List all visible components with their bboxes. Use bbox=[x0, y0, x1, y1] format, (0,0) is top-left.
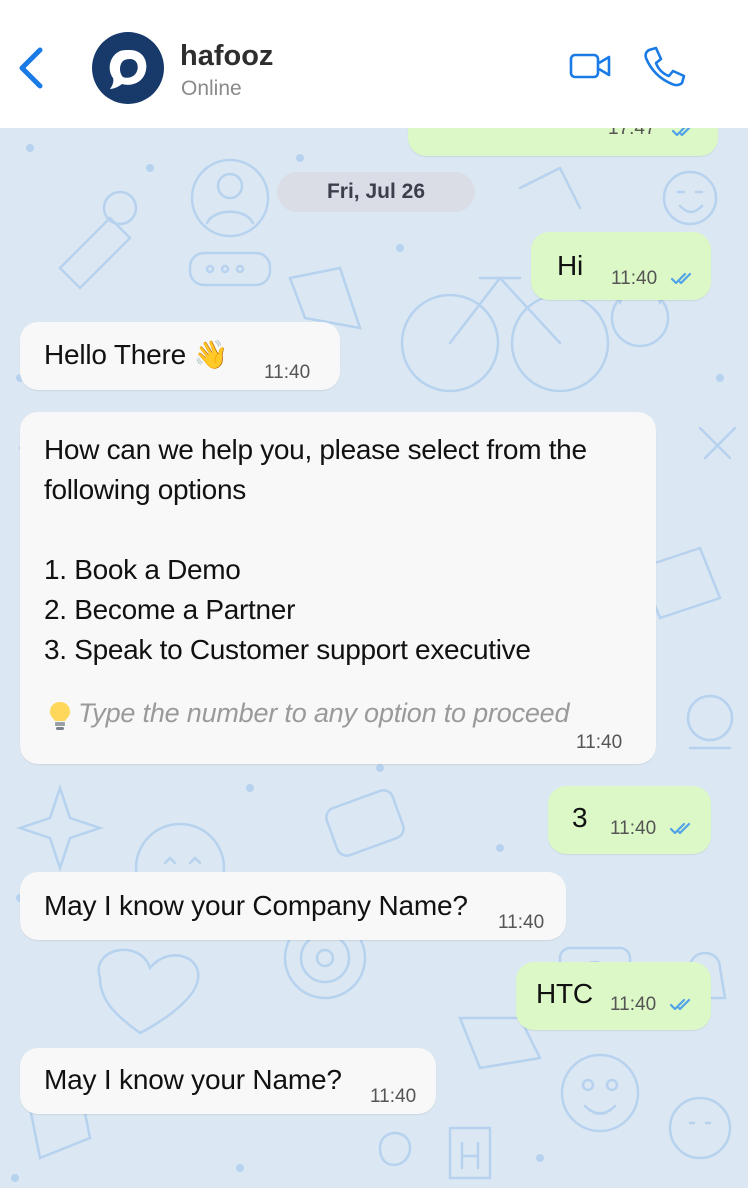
message-text: May I know your Company Name? bbox=[44, 890, 468, 921]
hafooz-logo-icon bbox=[109, 50, 147, 89]
phone-icon bbox=[644, 46, 686, 87]
contact-name[interactable]: hafooz bbox=[180, 40, 273, 73]
voice-call-button[interactable] bbox=[640, 44, 688, 88]
message-bubble-incoming[interactable]: May I know your Company Name? 11:40 bbox=[20, 872, 566, 940]
message-text: HTC bbox=[536, 978, 593, 1009]
message-bubble-outgoing-partial[interactable]: 17:47 bbox=[408, 128, 718, 156]
message-bubble-incoming[interactable]: Hello There 👋 11:40 bbox=[20, 322, 340, 390]
avatar[interactable] bbox=[92, 32, 164, 104]
message-time: 11:40 bbox=[370, 1086, 417, 1107]
message-time: 11:40 bbox=[611, 268, 658, 289]
option-book-demo: 1. Book a Demo bbox=[44, 554, 241, 585]
video-camera-icon bbox=[569, 53, 611, 79]
message-text-line: following options bbox=[44, 474, 246, 505]
option-customer-support: 3. Speak to Customer support executive bbox=[44, 634, 531, 665]
message-text-line: How can we help you, please select from … bbox=[44, 434, 587, 465]
back-button[interactable] bbox=[10, 40, 50, 96]
message-bubble-outgoing[interactable]: Hi 11:40 bbox=[531, 232, 711, 300]
lightbulb-icon bbox=[50, 702, 70, 730]
date-separator: Fri, Jul 26 bbox=[277, 172, 475, 212]
chat-header: hafooz Online bbox=[0, 0, 748, 128]
message-text: May I know your Name? bbox=[44, 1064, 342, 1095]
read-ticks-icon bbox=[670, 998, 691, 1011]
chevron-left-icon bbox=[19, 47, 43, 89]
video-call-button[interactable] bbox=[568, 48, 616, 84]
message-text: Hello There 👋 bbox=[44, 339, 229, 370]
message-time: 11:40 bbox=[576, 732, 623, 753]
chat-area[interactable]: 17:47 Fri, Jul 26 Hi 11:40 Hello There 👋… bbox=[0, 128, 748, 1188]
message-time: 11:40 bbox=[264, 362, 311, 383]
message-time: 17:47 bbox=[608, 128, 656, 139]
message-time: 11:40 bbox=[498, 912, 545, 933]
message-bubble-incoming[interactable]: May I know your Name? 11:40 bbox=[20, 1048, 436, 1114]
message-bubble-outgoing[interactable]: 3 11:40 bbox=[548, 786, 711, 854]
option-become-partner: 2. Become a Partner bbox=[44, 594, 296, 625]
read-ticks-icon bbox=[670, 822, 691, 835]
hint-text: Type the number to any option to proceed bbox=[78, 698, 570, 728]
message-bubble-outgoing[interactable]: HTC 11:40 bbox=[516, 962, 711, 1030]
message-time: 11:40 bbox=[610, 818, 657, 839]
contact-status: Online bbox=[181, 77, 242, 100]
message-bubble-incoming-menu[interactable]: How can we help you, please select from … bbox=[20, 412, 656, 764]
read-ticks-icon bbox=[672, 128, 691, 137]
message-text: 3 bbox=[572, 802, 588, 833]
message-time: 11:40 bbox=[610, 994, 657, 1015]
message-text: Hi bbox=[557, 250, 584, 281]
read-ticks-icon bbox=[671, 272, 692, 285]
